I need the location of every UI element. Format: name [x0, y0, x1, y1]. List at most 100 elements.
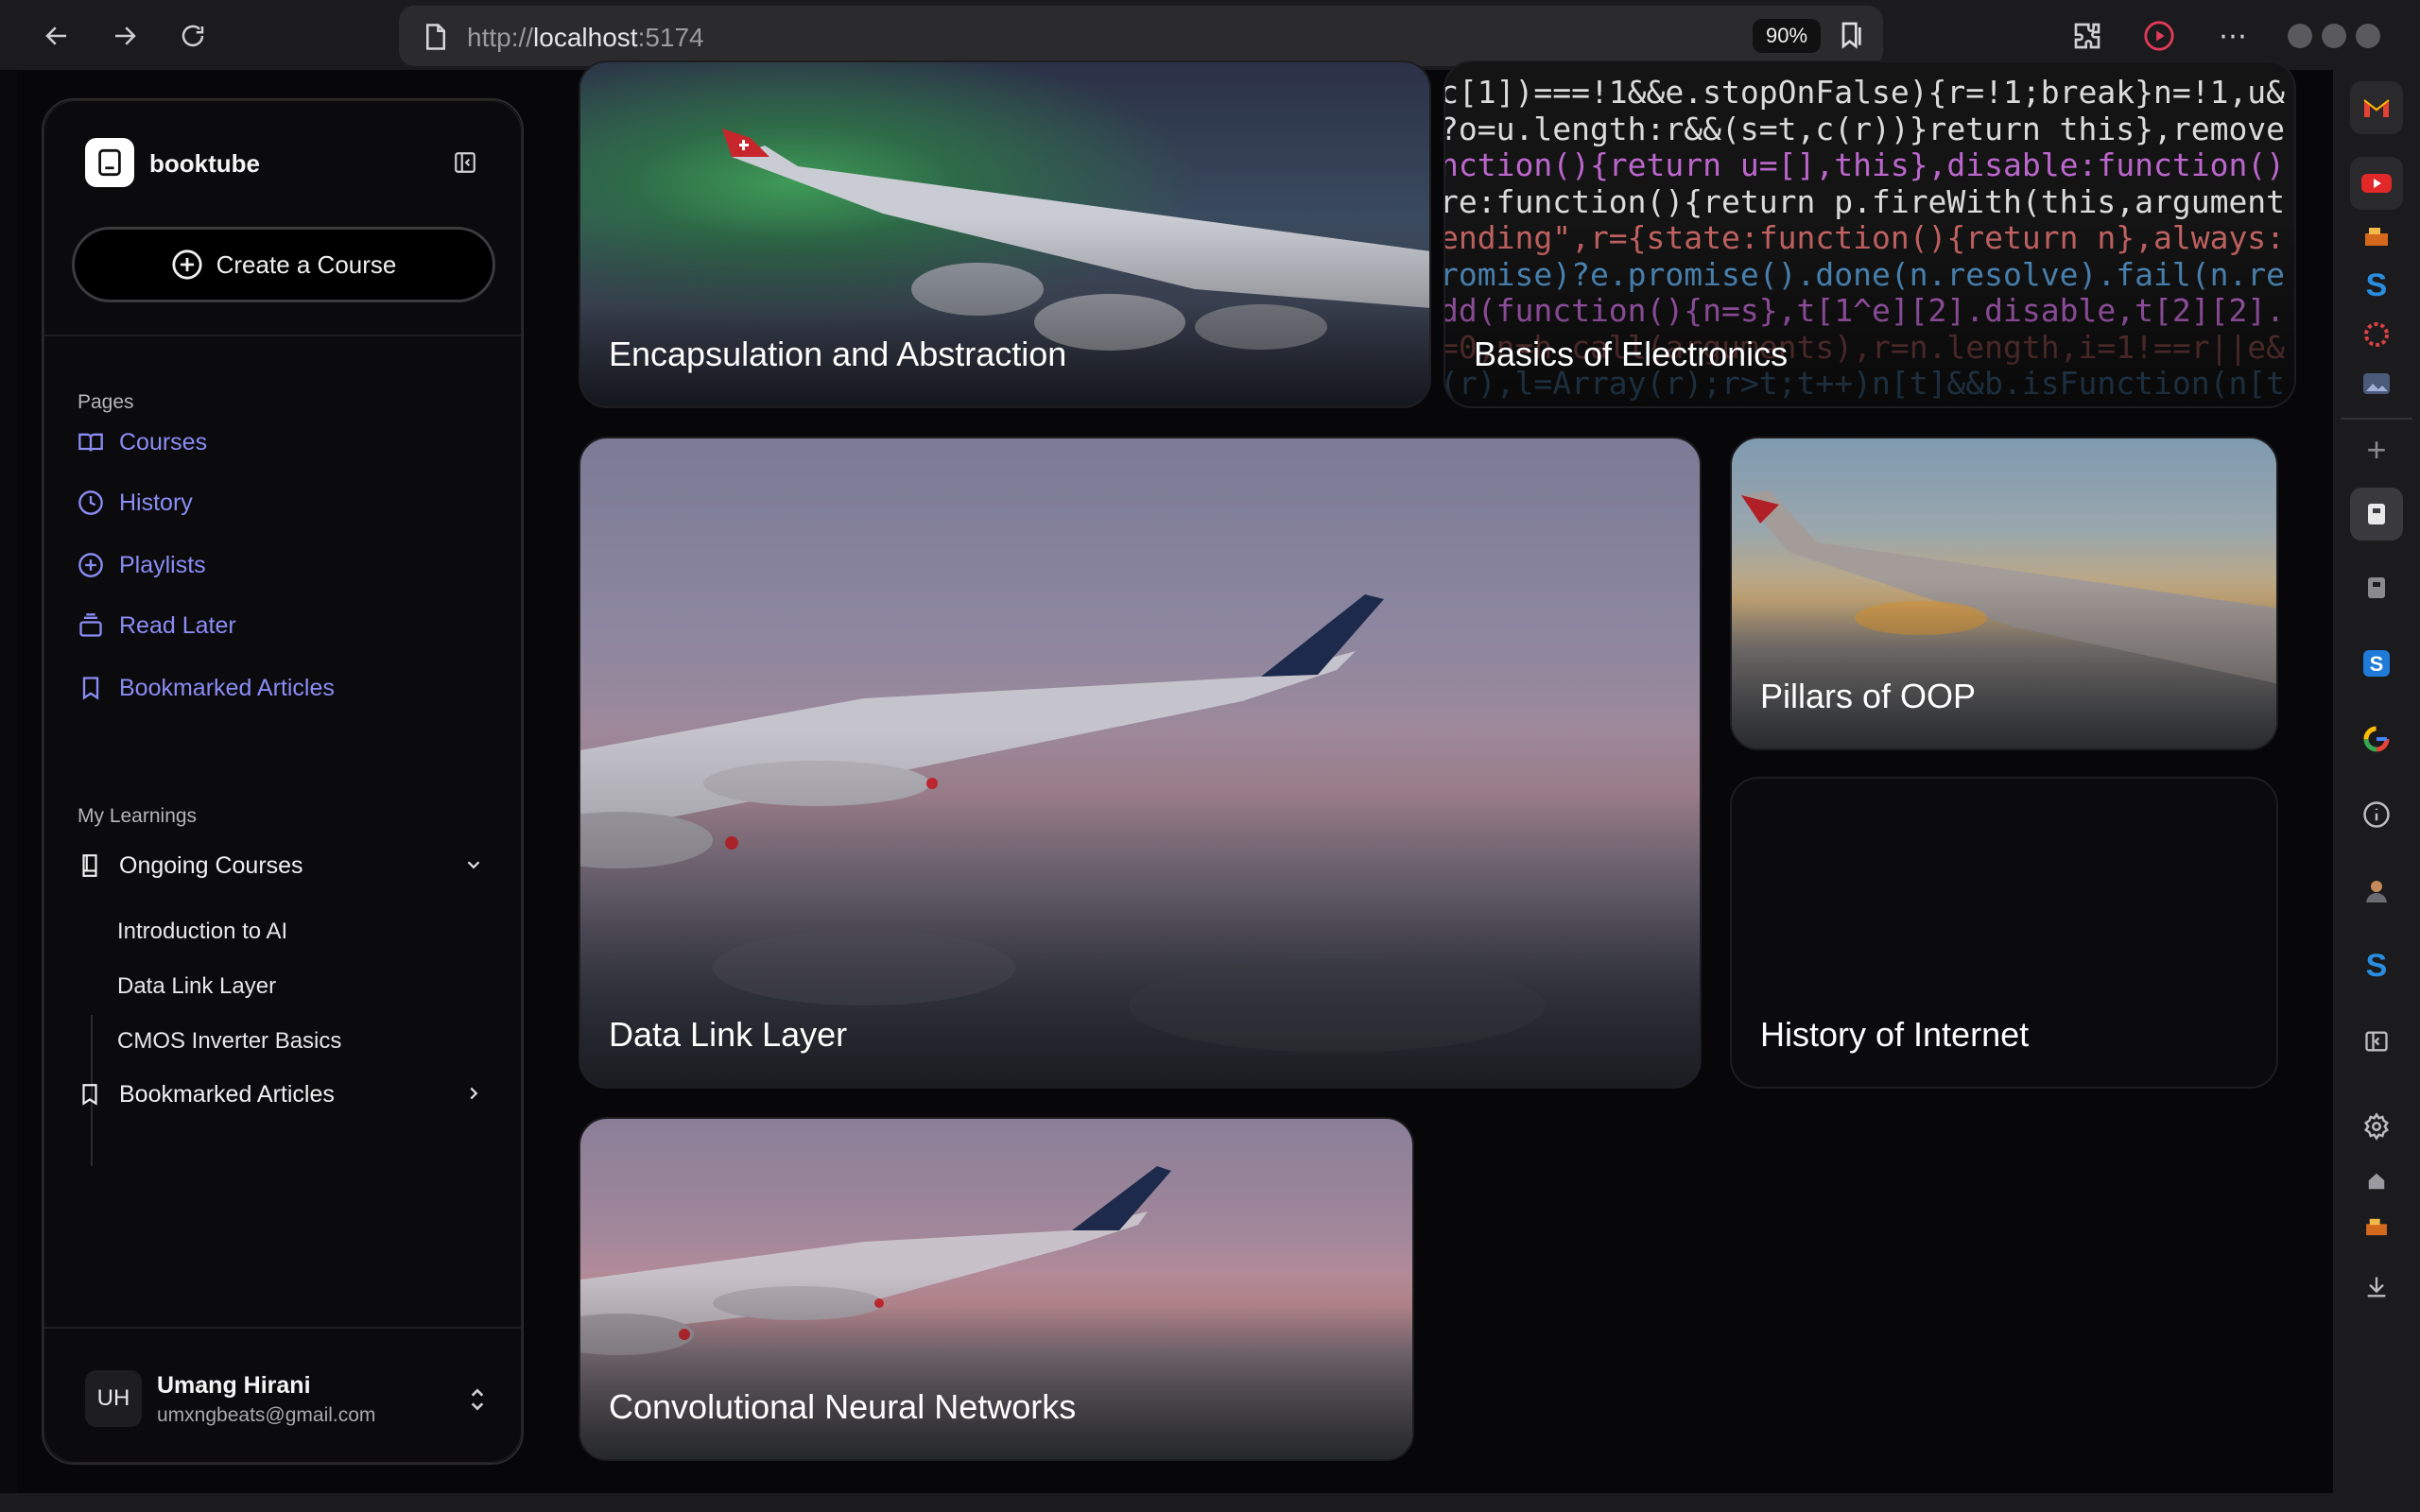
extensions-icon[interactable] — [2068, 17, 2106, 55]
spiral-app-icon[interactable] — [2350, 308, 2403, 361]
skype-s-icon[interactable]: S — [2350, 259, 2403, 312]
reload-button[interactable] — [174, 17, 212, 55]
card-shade — [1445, 216, 2294, 406]
course-card[interactable]: Encapsulation and Abstraction — [579, 60, 1431, 408]
nav-courses[interactable]: Courses — [78, 423, 207, 461]
forward-button[interactable] — [106, 17, 144, 55]
create-course-button[interactable]: Create a Course — [72, 227, 495, 302]
bottom-frame — [0, 1493, 2420, 1512]
chevron-down-icon — [467, 861, 480, 869]
photos-app-icon[interactable] — [2350, 357, 2403, 410]
toolbox-icon[interactable] — [2350, 210, 2403, 263]
course-card[interactable]: History of Internet — [1730, 777, 2278, 1089]
nav-read-later[interactable]: Read Later — [78, 607, 236, 644]
browser-sidebar-rail: S + S S — [2333, 70, 2420, 1512]
bookmarked-expand-chevron[interactable] — [459, 1079, 488, 1108]
pages-section-label: Pages — [78, 391, 134, 413]
course-title: History of Internet — [1760, 1015, 2030, 1054]
avatar[interactable]: UH — [85, 1370, 142, 1427]
course-card[interactable]: Convolutional Neural Networks — [579, 1117, 1414, 1461]
app-viewport: booktube Create a Course Pages Courses H… — [17, 60, 2333, 1493]
info-icon[interactable] — [2350, 788, 2403, 841]
booktube-logo[interactable] — [85, 138, 134, 187]
account-menu-button[interactable] — [463, 1383, 492, 1416]
stack-icon — [79, 613, 102, 637]
sidebar-footer-divider — [43, 1327, 522, 1329]
sidebar: booktube Create a Course Pages Courses H… — [42, 98, 524, 1465]
url-text[interactable]: http://localhost:5174 — [467, 23, 704, 53]
user-email: umxngbeats@gmail.com — [157, 1404, 376, 1426]
plus-circle-icon — [78, 553, 103, 577]
my-learnings-label: My Learnings — [78, 805, 198, 827]
collapse-panel-icon[interactable] — [2350, 1015, 2403, 1068]
google-icon[interactable] — [2350, 713, 2403, 765]
course-card[interactable]: c[1])===!1&&e.stopOnFalse){r=!1;break}n=… — [1443, 60, 2296, 408]
course-title: Encapsulation and Abstraction — [609, 335, 1067, 373]
code-line: c[1])===!1&&e.stopOnFalse){r=!1;break}n=… — [1443, 74, 2286, 111]
sidebar-toggle-icon — [455, 152, 475, 173]
bookmark-icon — [82, 677, 99, 700]
rail-separator — [2341, 418, 2412, 420]
create-course-label: Create a Course — [216, 249, 397, 279]
sidebar-divider — [43, 335, 522, 336]
nav-history[interactable]: History — [78, 484, 193, 522]
ongoing-expand-chevron[interactable] — [459, 850, 488, 879]
card-shade — [1732, 577, 2276, 748]
card-shade — [580, 1272, 1412, 1459]
chevron-right-icon — [470, 1087, 478, 1100]
code-line: re:function(){return p.fireWith(this,arg… — [1443, 182, 2286, 220]
course-title: Convolutional Neural Networks — [609, 1387, 1077, 1426]
course-title: Basics of Electronics — [1474, 335, 1789, 373]
media-play-icon[interactable] — [2140, 17, 2178, 55]
maximize-dot[interactable] — [2322, 24, 2346, 48]
browser-toolbar: http://localhost:5174 90% ⋯ — [0, 0, 2420, 70]
minimize-dot[interactable] — [2288, 24, 2312, 48]
favorites-icon[interactable] — [1836, 19, 1866, 51]
s-app-icon[interactable]: S — [2350, 637, 2403, 690]
download-icon[interactable] — [2350, 1261, 2403, 1314]
ongoing-course-item[interactable]: Introduction to AI — [117, 919, 287, 945]
course-card[interactable]: Data Link Layer — [579, 437, 1702, 1089]
card-shade — [580, 216, 1429, 406]
ongoing-course-item[interactable]: CMOS Inverter Basics — [117, 1028, 341, 1055]
skype-s2-icon[interactable]: S — [2350, 939, 2403, 992]
youtube-icon[interactable] — [2350, 157, 2403, 210]
page-icon — [426, 24, 445, 50]
code-line: nction(){return u=[],this},disable:funct… — [1443, 146, 2286, 183]
nav-history-label: History — [119, 489, 193, 516]
book-icon — [82, 854, 97, 877]
chevrons-up-down-icon — [471, 1388, 484, 1411]
course-title: Pillars of OOP — [1760, 677, 1977, 715]
collapse-sidebar-button[interactable] — [450, 147, 480, 178]
plus-circle-icon — [172, 249, 202, 280]
course-title: Data Link Layer — [609, 1015, 848, 1054]
settings-icon[interactable] — [2350, 1100, 2403, 1153]
code-line: ?o=u.length:r&&(s=t,c(r))}return this},r… — [1443, 110, 2286, 147]
reader-icon[interactable] — [2350, 561, 2403, 614]
nav-courses-label: Courses — [119, 428, 208, 455]
profile-app-icon[interactable] — [2350, 864, 2403, 917]
bookmarked-articles-toggle[interactable]: Bookmarked Articles — [78, 1075, 335, 1113]
back-button[interactable] — [38, 17, 76, 55]
gmail-icon[interactable] — [2350, 81, 2403, 134]
back-arrow-icon — [45, 26, 66, 45]
svg-text:S: S — [2370, 652, 2384, 676]
toolbox2-icon[interactable] — [2350, 1200, 2403, 1253]
add-icon[interactable]: + — [2350, 423, 2403, 476]
user-name: Umang Hirani — [157, 1372, 311, 1399]
ongoing-courses-toggle[interactable]: Ongoing Courses — [78, 847, 303, 885]
nav-bookmarked-articles[interactable]: Bookmarked Articles — [78, 669, 335, 707]
nav-read-later-label: Read Later — [119, 611, 236, 639]
brand-name[interactable]: booktube — [149, 149, 260, 179]
course-card[interactable]: Pillars of OOP — [1730, 437, 2278, 750]
nav-playlists[interactable]: Playlists — [78, 546, 206, 584]
reader-active-icon[interactable] — [2350, 488, 2403, 541]
forward-arrow-icon — [115, 26, 136, 45]
address-bar[interactable]: http://localhost:5174 90% — [399, 6, 1883, 66]
zoom-level[interactable]: 90% — [1753, 19, 1822, 53]
ongoing-course-item[interactable]: Data Link Layer — [117, 973, 276, 1000]
bookmark-icon — [82, 1084, 97, 1106]
book-open-icon — [78, 433, 103, 452]
close-dot[interactable] — [2356, 24, 2380, 48]
more-menu-icon[interactable]: ⋯ — [2214, 17, 2252, 55]
